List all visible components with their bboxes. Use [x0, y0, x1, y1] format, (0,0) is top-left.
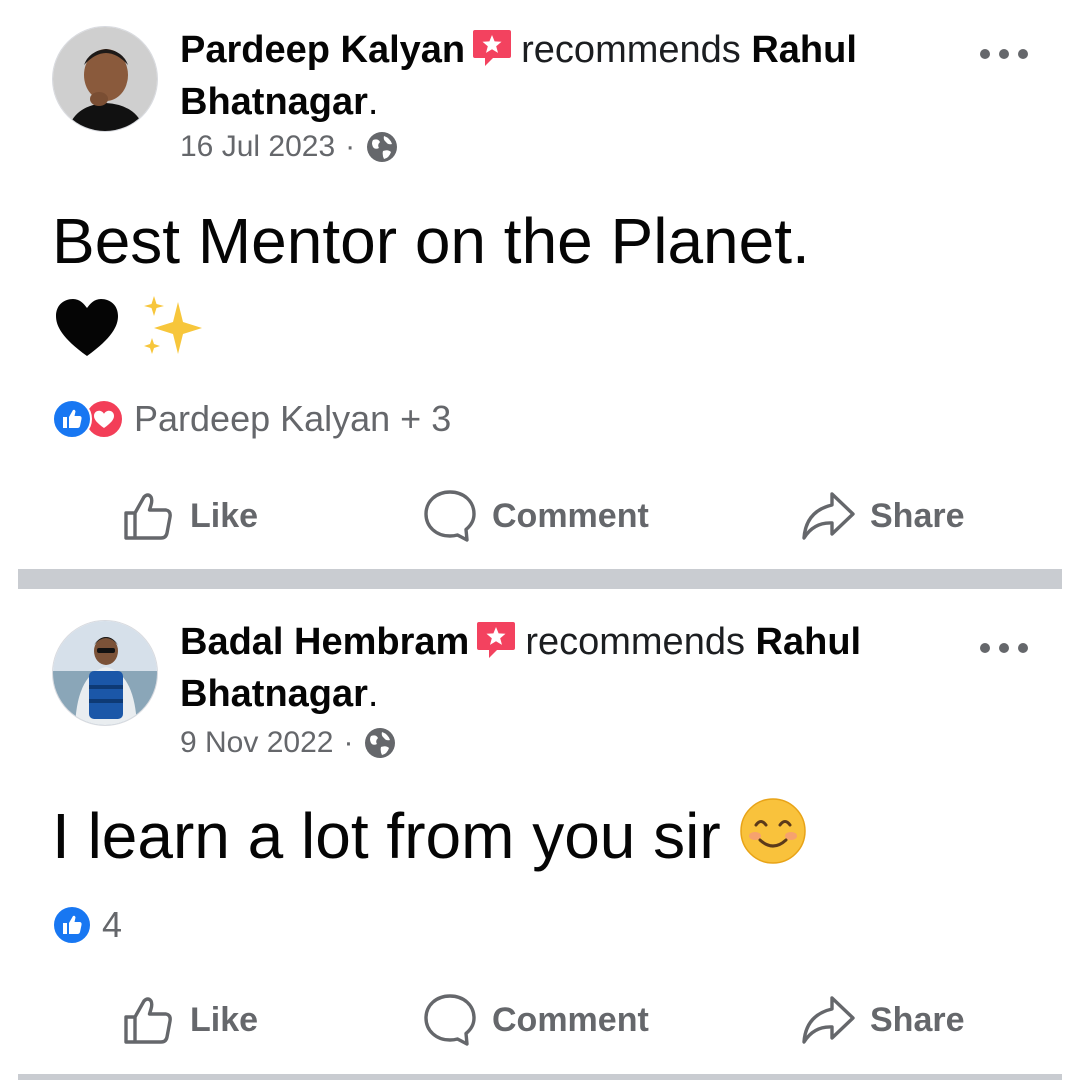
like-button[interactable]: Like [122, 990, 258, 1050]
post-action-bar: Like Comment Share [0, 990, 1080, 1050]
like-button[interactable]: Like [122, 486, 258, 546]
share-arrow-icon [802, 492, 855, 540]
share-label: Share [870, 1000, 965, 1039]
meta-separator: · [345, 130, 356, 163]
thumbs-up-icon [124, 493, 172, 540]
comment-label: Comment [492, 496, 649, 535]
post-header: Badal Hembram recommends Rahul Bhatnagar. [180, 616, 960, 720]
comment-bubble-icon [424, 490, 476, 542]
subject-period: . [367, 81, 379, 123]
avatar-photo [53, 27, 157, 131]
post-body: I learn a lot from you sir [52, 796, 1032, 875]
meta-separator: · [343, 726, 354, 759]
share-label: Share [870, 496, 965, 535]
post-meta: 9 Nov 2022 · [180, 726, 397, 760]
post-date[interactable]: 16 Jul 2023 [180, 130, 335, 164]
like-label: Like [190, 1000, 259, 1039]
reactions-summary[interactable]: 4 [52, 904, 122, 946]
author-avatar[interactable] [52, 620, 158, 726]
like-reaction-icon [52, 399, 92, 439]
sparkles-icon [144, 296, 202, 354]
avatar-photo [53, 621, 157, 725]
post-date[interactable]: 9 Nov 2022 [180, 726, 333, 760]
share-button[interactable]: Share [800, 990, 965, 1050]
thumbs-up-icon [124, 997, 172, 1044]
reactions-summary[interactable]: Pardeep Kalyan + 3 [52, 398, 451, 440]
more-options-button[interactable] [980, 636, 1028, 660]
post-divider [18, 1074, 1062, 1080]
post-divider [18, 569, 1062, 589]
post-header: Pardeep Kalyan recommends Rahul Bhatnagar… [180, 24, 960, 128]
recommend-badge-icon [473, 30, 512, 66]
author-name[interactable]: Pardeep Kalyan [180, 29, 465, 71]
comment-button[interactable]: Comment [422, 990, 649, 1050]
share-arrow-icon [802, 996, 855, 1044]
author-avatar[interactable] [52, 26, 158, 132]
share-button[interactable]: Share [800, 486, 965, 546]
smiling-face-icon [740, 798, 807, 864]
globe-icon [367, 132, 398, 162]
subject-period: . [367, 673, 379, 715]
comment-button[interactable]: Comment [422, 486, 649, 546]
black-heart-icon [56, 299, 118, 356]
post-body-text: Best Mentor on the Planet. [52, 205, 810, 277]
more-options-button[interactable] [980, 42, 1028, 66]
globe-icon [365, 728, 396, 758]
recommend-badge-icon [477, 622, 516, 658]
recommendation-post: Badal Hembram recommends Rahul Bhatnagar.… [0, 590, 1080, 1074]
post-action-bar: Like Comment Share [0, 486, 1080, 546]
post-emoji-line [52, 292, 206, 364]
like-reaction-icon [52, 905, 92, 945]
author-name[interactable]: Badal Hembram [180, 621, 469, 663]
recommends-text: recommends [525, 621, 745, 663]
comment-label: Comment [492, 1000, 649, 1039]
recommendation-post: Pardeep Kalyan recommends Rahul Bhatnagar… [0, 0, 1080, 568]
reactions-text: Pardeep Kalyan + 3 [134, 398, 452, 439]
reactions-text: 4 [102, 904, 123, 945]
comment-bubble-icon [424, 994, 476, 1046]
post-body-text: I learn a lot from you sir [52, 800, 721, 872]
like-label: Like [190, 496, 259, 535]
recommends-text: recommends [521, 29, 741, 71]
post-meta: 16 Jul 2023 · [180, 130, 399, 164]
